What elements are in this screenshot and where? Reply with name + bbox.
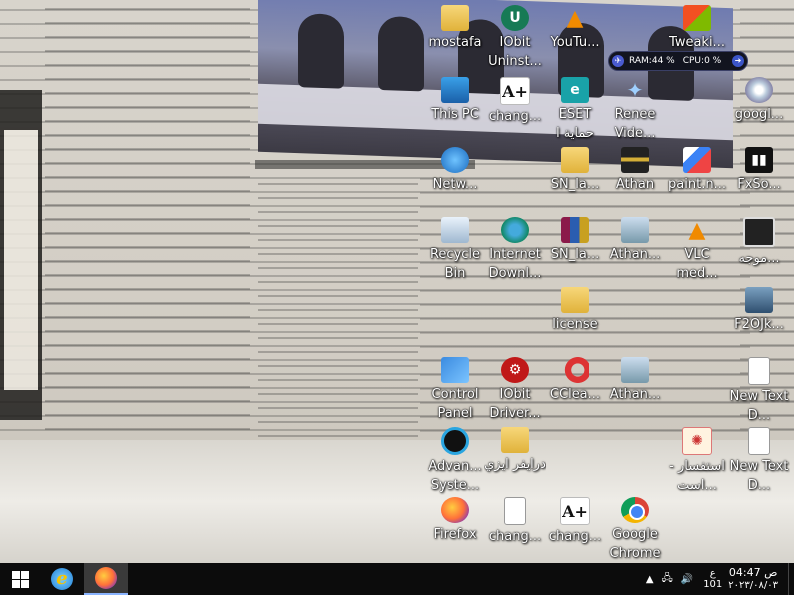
folder-icon [561,287,589,313]
clock[interactable]: 04:47 ص ٢٠٢٣/٠٨/٠٣ [728,566,778,592]
setup-icon [621,357,649,383]
desktop-icon-paint[interactable]: paint.n... [666,144,728,214]
inquiry-icon: ✺ [682,427,712,455]
language-indicator[interactable]: ع 101 [703,568,722,590]
desktop-icon-new-text-2[interactable]: New Text D... [728,424,790,494]
desktop-icon-iobit-driver[interactable]: ⚙ IObit Driver... [484,354,546,424]
desktop-icon-eset[interactable]: e ESET حماية ا [544,74,606,144]
network-status-icon[interactable]: 🖧 [662,571,673,588]
desktop-icon-vlc[interactable]: ▲ VLC med... [666,214,728,284]
system-tray: ▲ 🖧 🔊 ع 101 04:47 ص ٢٠٢٣/٠٨/٠٣ [642,563,794,595]
clock-date: ٢٠٢٣/٠٨/٠٣ [728,580,778,591]
a-plus-icon: A+ [560,497,590,525]
driver-booster-icon: ⚙ [501,357,529,383]
chrome-icon [621,497,649,523]
desktop-icon-this-pc[interactable]: This PC [424,74,486,144]
desktop-icon-driver-easy[interactable]: درايفر ايزي [484,424,546,494]
internet-explorer-icon: e [51,568,73,590]
desktop-icon-google[interactable]: googl... [728,74,790,144]
idm-icon [501,217,529,243]
desktop-icon-sn-la-2[interactable]: SN_la... [544,214,606,284]
vlc-icon: ▲ [566,5,584,31]
firefox-icon [95,567,117,589]
text-file-icon [748,357,770,385]
text-file-icon [504,497,526,525]
clock-time: 04:47 ص [728,566,778,579]
a-plus-icon: A+ [500,77,530,105]
film-icon [745,287,773,313]
ram-value: 44 % [651,56,675,66]
cpu-value: 0 % [704,56,722,66]
recycle-bin-icon [441,217,469,243]
desktop-icon-athan-1[interactable]: Athan [604,144,666,214]
setup-icon [621,217,649,243]
desktop-icon-advanced-systemcare[interactable]: Advan... Syste... [424,424,486,494]
folder-icon [501,427,529,453]
firefox-icon [441,497,469,523]
winrar-icon [561,217,589,243]
iobit-uninstaller-icon: U [501,5,529,31]
language-code: ع [709,568,716,579]
rocket-icon: ✈ [612,55,624,67]
desktop-icon-fxsound[interactable]: ▮▮ FxSo... [728,144,790,214]
athan-icon [621,147,649,173]
windows-logo-icon [11,570,29,588]
folder-icon [561,147,589,173]
desktop-icon-new-text-1[interactable]: New Text D... [728,354,790,424]
desktop-icon-renee[interactable]: ✦ Renee Vide... [604,74,666,144]
eset-icon: e [561,77,589,103]
desktop-icon-control-panel[interactable]: Control Panel [424,354,486,424]
volume-icon[interactable]: 🔊 [681,574,693,585]
arrow-right-icon[interactable]: ➜ [732,55,744,67]
fxsound-icon: ▮▮ [745,147,773,173]
desktop-icon-athan-2[interactable]: Athan... [604,214,666,284]
cmd-icon [743,217,775,247]
desktop-icon-network[interactable]: Netw... [424,144,486,214]
desktop-icon-youtube[interactable]: ▲ YouTu... [544,2,606,72]
paint-icon [683,147,711,173]
windows-repair-icon [683,5,711,31]
desktop-icon-sn-la-1[interactable]: SN_la... [544,144,606,214]
vlc-icon: ▲ [688,217,706,243]
text-file-icon [748,427,770,455]
advanced-systemcare-icon [441,427,469,455]
start-button[interactable] [0,563,40,595]
control-panel-icon [441,357,469,383]
desktop-icon-firefox[interactable]: Firefox [424,494,486,564]
desktop-icon-chang-1[interactable]: A+ chang... [484,74,546,144]
desktop-icon-mostafa[interactable]: mostafa [424,2,486,72]
taskbar-firefox[interactable] [84,563,128,595]
cd-icon [745,77,773,103]
desktop-icon-estfsar[interactable]: ✺ استفسار - است... [666,424,728,494]
desktop-icon-athan-3[interactable]: Athan... [604,354,666,424]
cpu-label: CPU: [682,56,705,66]
desktop-icon-iobit-uninstaller[interactable]: U IObit Uninst... [484,2,546,72]
taskbar: e ▲ 🖧 🔊 ع 101 04:47 ص ٢٠٢٣/٠٨/٠٣ [0,563,794,595]
desktop-icon-idm[interactable]: Internet Downl... [484,214,546,284]
show-desktop-button[interactable] [788,563,794,595]
desktop-icon-chrome[interactable]: Google Chrome [604,494,666,562]
desktop-icon-mostajah[interactable]: موجه... [728,214,790,284]
folder-icon [441,5,469,31]
desktop-icon-chang-3[interactable]: A+ chang... [544,494,606,564]
network-icon [441,147,469,173]
ram-label: RAM: [629,56,652,66]
desktop-icon-ccleaner[interactable]: CClea... [544,354,606,424]
desktop-icon-license[interactable]: license [544,284,606,354]
desktop-icon-f2ojk[interactable]: F2OJk... [728,284,790,354]
desktop-icon-recycle-bin[interactable]: Recycle Bin [424,214,486,284]
taskbar-internet-explorer[interactable]: e [40,563,84,595]
computer-icon [441,77,469,103]
system-monitor-widget[interactable]: ✈ RAM: 44 % CPU: 0 % ➜ [608,51,748,71]
keyboard-layout: 101 [703,579,723,590]
renee-icon: ✦ [626,78,644,102]
chevron-up-icon[interactable]: ▲ [646,574,654,585]
desktop-icon-chang-2[interactable]: chang... [484,494,546,564]
ccleaner-icon [561,357,589,383]
